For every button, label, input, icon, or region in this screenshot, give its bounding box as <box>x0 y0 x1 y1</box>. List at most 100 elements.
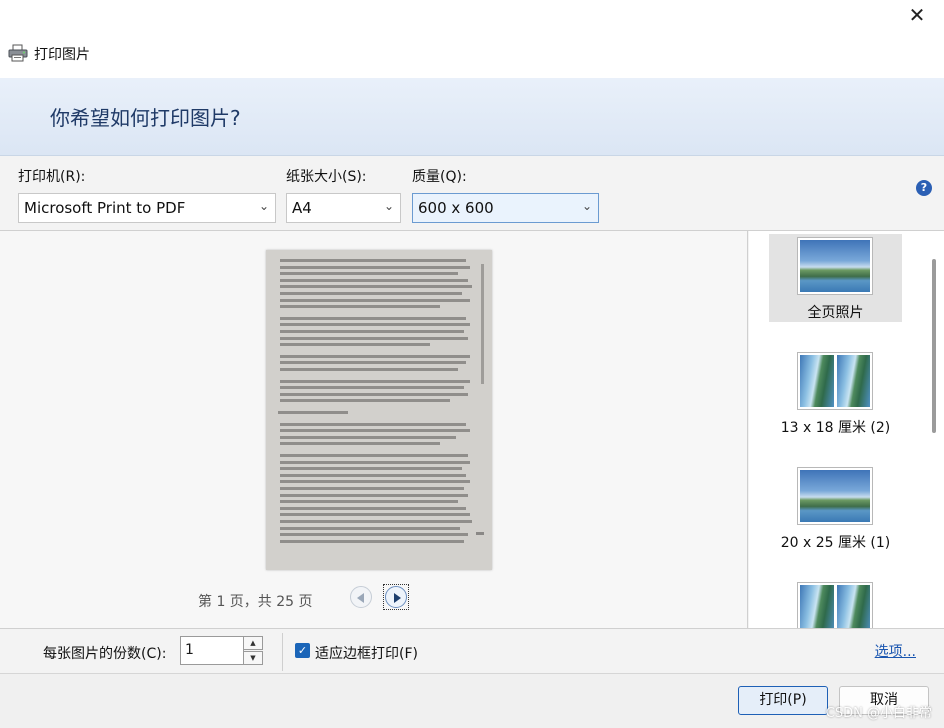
text-line <box>280 330 464 333</box>
quality-dropdown[interactable]: 600 x 600 ⌄ <box>412 193 599 223</box>
text-line <box>280 460 470 464</box>
quality-value: 600 x 600 <box>418 199 494 217</box>
spin-down-button[interactable]: ▼ <box>243 651 263 665</box>
spin-up-button[interactable]: ▲ <box>243 636 263 650</box>
paper-size-value: A4 <box>292 199 312 217</box>
footer: 打印(P) 取消 CSDN @小白非常 <box>0 674 944 728</box>
previous-page-button[interactable] <box>350 586 372 608</box>
text-line <box>280 520 472 523</box>
bottom-options: 每张图片的份数(C): 1 ▲ ▼ ✓ 适应边框打印(F) 选项... <box>0 628 944 674</box>
text-line <box>280 533 468 537</box>
layout-option[interactable]: 20 x 25 厘米 (1) <box>769 464 902 552</box>
text-line <box>280 467 462 471</box>
chevron-down-icon: ⌄ <box>581 199 592 213</box>
fit-frame-checkbox[interactable]: ✓ <box>295 643 310 658</box>
printer-value: Microsoft Print to PDF <box>24 199 186 217</box>
text-line <box>280 265 470 269</box>
text-line <box>280 422 466 426</box>
help-icon[interactable]: ? <box>916 180 932 196</box>
text-line <box>280 513 470 517</box>
text-line <box>280 526 460 530</box>
text-line <box>280 506 466 510</box>
print-button[interactable]: 打印(P) <box>738 686 828 715</box>
text-line <box>280 487 464 490</box>
photo-thumbnail-icon <box>800 470 870 522</box>
chevron-down-icon: ⌄ <box>258 199 269 213</box>
photo-half <box>800 355 834 407</box>
layout-thumbnail <box>797 582 873 628</box>
arrow-left-icon <box>357 593 364 603</box>
arrow-right-icon <box>394 593 401 603</box>
text-line <box>280 361 466 365</box>
photo-thumbnail-icon <box>800 240 870 292</box>
scrollbar[interactable] <box>932 259 936 433</box>
copies-input[interactable]: 1 <box>180 636 244 665</box>
text-line <box>280 298 470 302</box>
text-line <box>280 399 450 403</box>
dialog-title: 打印图片 <box>34 47 90 63</box>
running-header <box>481 264 484 384</box>
text-line <box>280 316 466 320</box>
layout-label: 全页照片 <box>807 305 864 321</box>
preview-pane: 第 1 页，共 25 页 <box>0 231 748 628</box>
text-line <box>280 305 440 309</box>
text-line <box>280 429 470 433</box>
text-line <box>280 539 464 543</box>
banner-heading: 你希望如何打印图片? <box>50 106 241 130</box>
text-line <box>280 272 458 276</box>
text-line <box>278 411 348 414</box>
paper-size-label: 纸张大小(S): <box>286 169 367 185</box>
photo-half <box>800 585 834 628</box>
photo-thumbnail-icon <box>800 355 870 407</box>
paper-size-dropdown[interactable]: A4 ⌄ <box>286 193 401 223</box>
text-line <box>280 323 470 327</box>
text-line <box>280 259 466 262</box>
layout-thumbnail <box>797 237 873 295</box>
layout-thumbnail <box>797 352 873 410</box>
text-line <box>280 473 466 477</box>
text-line <box>280 435 456 439</box>
text-line <box>280 336 468 340</box>
layout-option[interactable]: 全页照片 <box>769 234 902 322</box>
text-line <box>280 343 430 347</box>
text-line <box>280 368 458 371</box>
copies-label: 每张图片的份数(C): <box>43 646 167 662</box>
layout-option[interactable]: 13 x 18 厘米 (2) <box>769 349 902 437</box>
printer-icon <box>8 44 28 62</box>
quality-label: 质量(Q): <box>412 169 467 185</box>
layout-label: 20 x 25 厘米 (1) <box>780 535 891 551</box>
print-options: 打印机(R): Microsoft Print to PDF ⌄ 纸张大小(S)… <box>0 156 944 231</box>
text-line <box>280 386 464 390</box>
text-line <box>280 392 468 396</box>
chevron-down-icon: ⌄ <box>383 199 394 213</box>
fit-frame-label[interactable]: 适应边框打印(F) <box>315 643 418 663</box>
photo-thumbnail-icon <box>800 585 870 628</box>
printer-label: 打印机(R): <box>18 169 86 185</box>
text-line <box>280 493 468 497</box>
page-indicator: 第 1 页，共 25 页 <box>198 594 313 610</box>
photo-half <box>836 585 870 628</box>
title-bar: ✕ 打印图片 <box>0 0 944 78</box>
page-preview-image <box>266 250 492 570</box>
text-line <box>280 480 470 484</box>
text-line <box>280 354 470 358</box>
text-line <box>280 454 468 457</box>
layout-label: 13 x 18 厘米 (2) <box>780 420 891 436</box>
close-button[interactable]: ✕ <box>904 4 930 28</box>
text-line <box>280 292 462 295</box>
photo-half <box>836 355 870 407</box>
layout-list: 全页照片 13 x 18 厘米 (2) 20 x 25 厘米 (1) <box>749 231 944 628</box>
text-line <box>280 379 470 383</box>
page-number-mark <box>476 532 484 535</box>
watermark: CSDN @小白非常 <box>825 706 932 721</box>
layout-thumbnail <box>797 467 873 525</box>
text-line <box>280 285 472 289</box>
divider <box>282 633 283 671</box>
next-page-button[interactable] <box>385 586 407 608</box>
text-line <box>280 500 458 504</box>
options-link[interactable]: 选项... <box>875 641 916 661</box>
printer-dropdown[interactable]: Microsoft Print to PDF ⌄ <box>18 193 276 223</box>
header-banner: 你希望如何打印图片? <box>0 78 944 156</box>
text-line <box>280 442 440 446</box>
layout-option[interactable] <box>769 579 902 628</box>
